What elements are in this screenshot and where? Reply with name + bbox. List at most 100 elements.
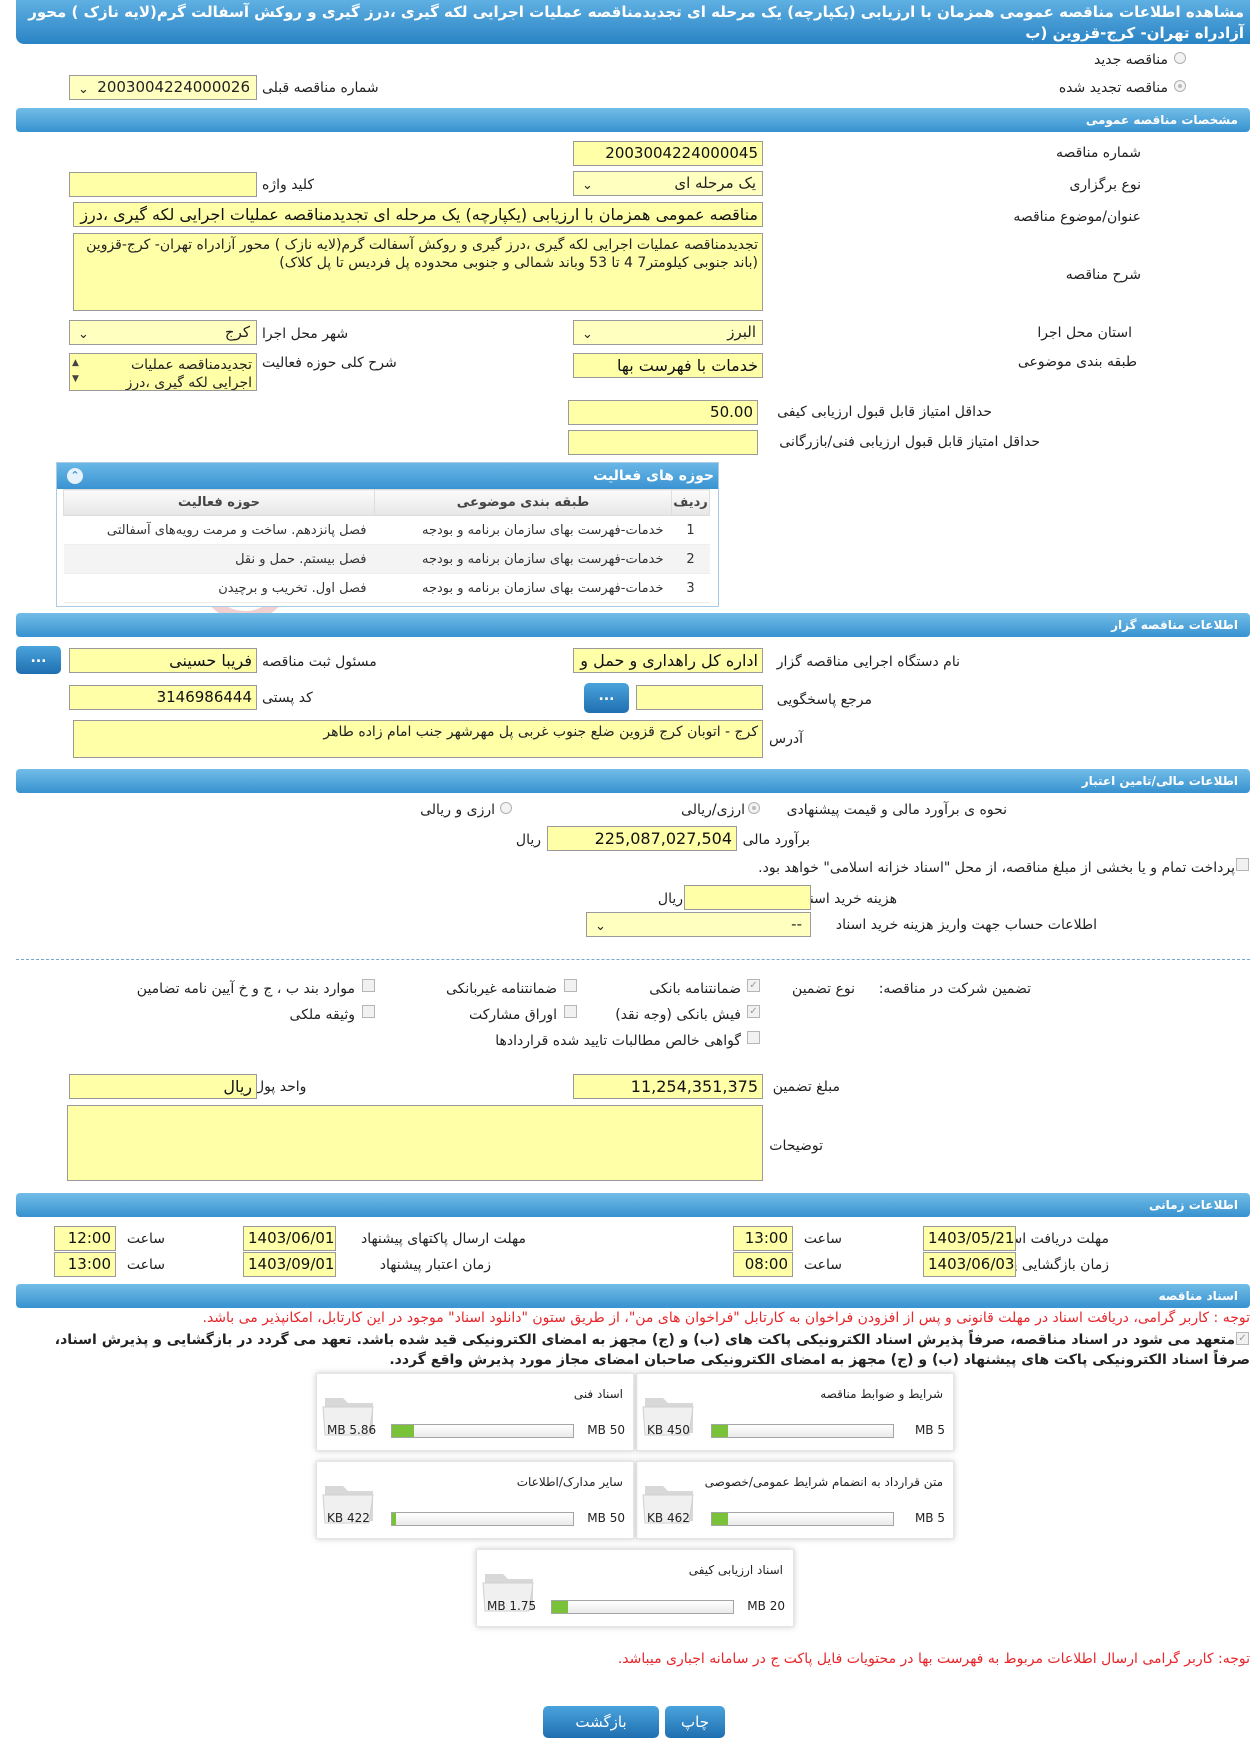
send-time-field[interactable]: 12:00 <box>54 1226 116 1251</box>
guarantee-bank-checkbox[interactable]: ✓ <box>747 979 760 992</box>
collapse-icon[interactable]: ⌃ <box>67 468 83 484</box>
new-tender-label: مناقصه جدید <box>1093 52 1168 68</box>
account-select[interactable]: -- ⌄ <box>586 912 811 937</box>
doc-card[interactable]: اسناد ارزیابی کیفی 20 MB 1.75 MB <box>476 1549 794 1627</box>
description-label: شرح مناقصه <box>1065 267 1141 283</box>
commit-checkbox[interactable]: ✓ <box>1236 1332 1249 1345</box>
doc-max: 20 MB <box>747 1599 785 1613</box>
col-header-row[interactable]: ردیف <box>671 489 710 516</box>
guarantee-bonds-checkbox[interactable] <box>564 1005 577 1018</box>
guarantee-type-label: نوع تضمین <box>792 981 855 997</box>
currency-rial-radio[interactable] <box>748 802 760 814</box>
row-activity: فصل اول. تخریب و برچیدن <box>63 573 375 603</box>
print-button[interactable]: چاپ <box>665 1706 725 1738</box>
category-field[interactable]: خدمات با فهرست بها <box>573 353 763 378</box>
doc-size: 422 KB <box>327 1511 370 1525</box>
send-label: مهلت ارسال پاکتهای پیشنهاد <box>360 1231 526 1247</box>
doc-size: 1.75 MB <box>487 1599 537 1613</box>
send-hour-label: ساعت <box>126 1231 165 1247</box>
col-header-category[interactable]: طبقه بندی موضوعی <box>374 489 672 516</box>
province-select[interactable]: البرز ⌄ <box>573 320 763 345</box>
guarantee-nonbank-checkbox[interactable] <box>564 979 577 992</box>
doc-card[interactable]: سایر مدارک/اطلاعات 50 MB 422 KB <box>316 1461 634 1539</box>
guarantee-bonds-label: اوراق مشارکت <box>468 1007 557 1023</box>
guarantee-claims-checkbox[interactable] <box>747 1031 760 1044</box>
chevron-down-icon: ⌄ <box>595 919 606 934</box>
new-tender-radio[interactable] <box>1174 52 1186 64</box>
currency-unit-field[interactable]: ریال <box>69 1074 257 1099</box>
description-field[interactable]: تجدیدمناقصه عملیات اجرایی لکه گیری ،درز … <box>73 233 763 311</box>
scope-field[interactable]: تجدیدمناقصه عملیات اجرایی لکه گیری ،درز <box>69 353 257 391</box>
back-button[interactable]: بازگشت <box>543 1706 659 1738</box>
estimate-field[interactable]: 225,087,027,504 <box>547 826 737 851</box>
chevron-down-icon: ⌄ <box>78 82 89 97</box>
table-row[interactable]: 2 خدمات-فهرست بهای سازمان برنامه و بودجه… <box>63 544 710 574</box>
doc-progress-fill <box>712 1425 729 1437</box>
open-hour-label: ساعت <box>803 1257 842 1273</box>
type-select[interactable]: یک مرحله ای ⌄ <box>573 171 763 196</box>
chevron-down-icon: ⌄ <box>582 327 593 342</box>
keyword-field[interactable] <box>69 172 257 197</box>
prev-number-select[interactable]: 2003004224000026 ⌄ <box>69 75 257 100</box>
open-date-field[interactable]: 1403/06/03 <box>923 1252 1016 1277</box>
doc-card[interactable]: اسناد فنی 50 MB 5.86 MB <box>316 1373 634 1451</box>
doc-card[interactable]: متن قرارداد به انضمام شرایط عمومی/خصوصی … <box>636 1461 954 1539</box>
treasury-checkbox[interactable] <box>1236 858 1249 871</box>
notes-field[interactable] <box>67 1105 763 1181</box>
min-quality-label: حداقل امتیاز قابل قبول ارزیابی کیفی <box>777 404 992 420</box>
ref-field[interactable] <box>636 685 763 710</box>
tender-number-field[interactable]: 2003004224000045 <box>573 141 763 166</box>
activity-grid-header: حوزه های فعالیت ⌃ <box>57 463 718 489</box>
subject-field[interactable]: مناقصه عمومی همزمان با ارزیابی (یکپارچه)… <box>73 202 763 227</box>
prev-number-label: شماره مناقصه قبلی <box>262 80 379 96</box>
guarantee-clause-checkbox[interactable] <box>362 979 375 992</box>
estimate-method-label: نحوه ی برآورد مالی و قیمت پیشنهادی <box>786 802 1007 818</box>
valid-hour-label: ساعت <box>126 1257 165 1273</box>
row-index: 2 <box>671 544 710 574</box>
guarantee-amount-field[interactable]: 11,254,351,375 <box>573 1074 763 1099</box>
table-row[interactable]: 3 خدمات-فهرست بهای سازمان برنامه و بودجه… <box>63 573 710 603</box>
guarantee-property-label: وثیقه ملکی <box>289 1007 355 1023</box>
guarantee-property-checkbox[interactable] <box>362 1005 375 1018</box>
guarantee-cash-checkbox[interactable]: ✓ <box>747 1005 760 1018</box>
activity-grid-title: حوزه های فعالیت <box>593 468 714 484</box>
valid-time-field[interactable]: 13:00 <box>54 1252 116 1277</box>
doc-cost-field[interactable] <box>684 885 811 910</box>
receive-hour-label: ساعت <box>803 1231 842 1247</box>
receive-date-field[interactable]: 1403/05/21 <box>923 1226 1016 1251</box>
doc-title: متن قرارداد به انضمام شرایط عمومی/خصوصی <box>704 1475 943 1489</box>
open-time-field[interactable]: 08:00 <box>733 1252 793 1277</box>
section-docs-header: اسناد مناقصه <box>16 1284 1250 1308</box>
valid-date-field[interactable]: 1403/09/01 <box>243 1252 336 1277</box>
send-date-field[interactable]: 1403/06/01 <box>243 1226 336 1251</box>
doc-card[interactable]: شرایط و ضوابط مناقصه 5 MB 450 KB <box>636 1373 954 1451</box>
min-tech-field[interactable] <box>568 430 758 455</box>
section-finance-header: اطلاعات مالی/تامین اعتبار <box>16 769 1250 793</box>
col-header-activity[interactable]: حوزه فعالیت <box>63 489 375 516</box>
scroll-arrows-icon[interactable]: ▲ ▼ <box>72 355 79 387</box>
city-select[interactable]: کرج ⌄ <box>69 320 257 345</box>
ref-label: مرجع پاسخگویی <box>776 692 872 708</box>
renewed-tender-radio[interactable] <box>1174 80 1186 92</box>
section-general-header: مشخصات مناقصه عمومی <box>16 108 1250 132</box>
chevron-down-icon: ⌄ <box>78 327 89 342</box>
receive-time-field[interactable]: 13:00 <box>733 1226 793 1251</box>
resp-more-button[interactable]: ... <box>16 646 61 674</box>
notes-label: توضیحات <box>769 1138 823 1154</box>
doc-max: 5 MB <box>914 1423 945 1437</box>
resp-field[interactable]: فریبا حسینی <box>69 648 257 673</box>
currency-both-radio[interactable] <box>500 802 512 814</box>
min-quality-field[interactable]: 50.00 <box>568 400 758 425</box>
chevron-down-icon: ⌄ <box>582 178 593 193</box>
doc-cost-unit: ریال <box>657 891 683 907</box>
ref-more-button[interactable]: ... <box>584 683 629 713</box>
guarantee-bank-label: ضمانتنامه بانکی <box>649 981 741 997</box>
doc-progress-fill <box>392 1425 414 1437</box>
doc-progress-bar <box>711 1424 894 1438</box>
org-name-field[interactable]: اداره کل راهداری و حمل و نقل <box>573 648 763 673</box>
estimate-label: برآورد مالی <box>742 832 810 848</box>
row-activity: فصل پانزدهم. ساخت و مرمت رویه‌های آسفالت… <box>63 515 375 545</box>
address-field[interactable]: کرج - اتوبان کرج قزوین ضلع جنوب غربی پل … <box>73 720 763 758</box>
postal-field[interactable]: 3146986444 <box>69 685 257 710</box>
table-row[interactable]: 1 خدمات-فهرست بهای سازمان برنامه و بودجه… <box>63 515 710 545</box>
